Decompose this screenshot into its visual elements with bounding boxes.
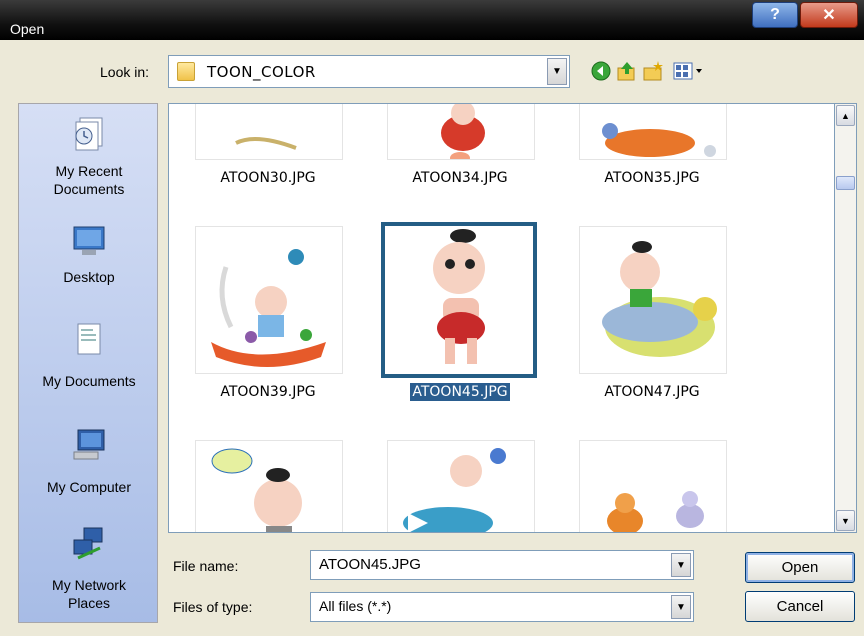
thumbnail-image xyxy=(607,491,704,532)
thumbnail-image xyxy=(211,448,302,532)
places-bar: My Recent Documents Desktop My Documents… xyxy=(18,103,158,623)
thumbnail-image xyxy=(602,123,716,157)
place-label-line: Documents xyxy=(53,181,125,197)
file-thumbnail-selected[interactable] xyxy=(381,222,537,378)
file-thumbnail[interactable] xyxy=(387,440,535,532)
my-computer-icon xyxy=(73,429,105,460)
file-name-label[interactable]: ATOON47.JPG xyxy=(577,382,727,402)
place-recent-documents[interactable]: My Recent Documents xyxy=(19,110,159,206)
vertical-scrollbar[interactable]: ▲ ▼ xyxy=(835,103,857,533)
back-icon[interactable] xyxy=(590,60,612,82)
file-type-value: All files (*.*) xyxy=(319,598,392,614)
window-title: Open xyxy=(10,21,45,37)
file-thumbnail[interactable] xyxy=(195,104,343,160)
place-label: My Documents xyxy=(42,373,136,389)
file-name-label[interactable]: ATOON39.JPG xyxy=(193,382,343,402)
up-folder-icon[interactable] xyxy=(616,60,638,82)
chevron-down-icon[interactable]: ▼ xyxy=(547,58,567,85)
help-button[interactable]: ? xyxy=(752,2,798,28)
file-thumbnail[interactable] xyxy=(195,440,343,532)
thumbnail-image xyxy=(403,448,506,532)
place-desktop[interactable]: Desktop xyxy=(19,218,159,298)
file-thumbnail[interactable] xyxy=(579,104,727,160)
thumbnail-image xyxy=(211,249,326,367)
scroll-down-icon[interactable]: ▼ xyxy=(836,510,855,531)
look-in-value: TOON_COLOR xyxy=(207,63,316,81)
folder-icon xyxy=(177,62,195,81)
file-type-select[interactable]: All files (*.*) ▼ xyxy=(310,592,694,622)
thumbnail-image xyxy=(602,241,717,357)
scroll-thumb[interactable] xyxy=(836,176,855,190)
file-list[interactable]: ATOON30.JPG ATOON34.JPG ATOON35.JPG ATOO… xyxy=(168,103,835,533)
place-label: My Computer xyxy=(46,479,132,495)
place-label-line: My Recent xyxy=(55,163,123,179)
place-label: Desktop xyxy=(63,269,115,285)
file-thumbnail[interactable] xyxy=(579,226,727,374)
file-thumbnail[interactable] xyxy=(195,226,343,374)
file-name-label[interactable]: ATOON34.JPG xyxy=(385,168,535,188)
chevron-down-icon[interactable]: ▼ xyxy=(671,553,691,577)
place-label-line: Places xyxy=(67,595,111,611)
file-name-label: File name: xyxy=(173,558,239,574)
title-bar: Open ? ✕ xyxy=(0,0,864,40)
cancel-button[interactable]: Cancel xyxy=(745,591,855,622)
scroll-up-icon[interactable]: ▲ xyxy=(836,105,855,126)
network-places-icon xyxy=(73,527,103,560)
file-thumbnail[interactable] xyxy=(387,104,535,160)
close-button[interactable]: ✕ xyxy=(800,2,858,28)
new-folder-icon[interactable] xyxy=(642,60,664,82)
place-my-computer[interactable]: My Computer xyxy=(19,422,159,506)
look-in-label: Look in: xyxy=(100,64,150,80)
views-menu-icon[interactable] xyxy=(672,60,706,82)
file-thumbnail[interactable] xyxy=(579,440,727,532)
desktop-icon xyxy=(73,226,105,255)
thumbnail-image xyxy=(433,229,485,364)
file-name-label-selected[interactable]: ATOON45.JPG xyxy=(385,382,535,402)
file-name-field[interactable]: ATOON45.JPG ▼ xyxy=(310,550,694,580)
thumbnail-image xyxy=(441,104,485,159)
file-name-text: ATOON45.JPG xyxy=(410,383,510,401)
file-name-label[interactable]: ATOON30.JPG xyxy=(193,168,343,188)
place-label-line: My Network xyxy=(52,577,126,593)
file-type-label: Files of type: xyxy=(173,599,253,615)
file-name-label[interactable]: ATOON35.JPG xyxy=(577,168,727,188)
place-network-places[interactable]: My Network Places xyxy=(19,524,159,620)
open-button[interactable]: Open xyxy=(745,552,855,583)
look-in-dropdown[interactable]: TOON_COLOR ▼ xyxy=(168,55,570,88)
recent-documents-icon xyxy=(75,117,103,151)
file-name-value: ATOON45.JPG xyxy=(319,556,421,573)
chevron-down-icon[interactable]: ▼ xyxy=(671,595,691,619)
my-documents-icon xyxy=(77,323,101,355)
place-my-documents[interactable]: My Documents xyxy=(19,316,159,400)
thumbnail-image xyxy=(235,137,297,150)
